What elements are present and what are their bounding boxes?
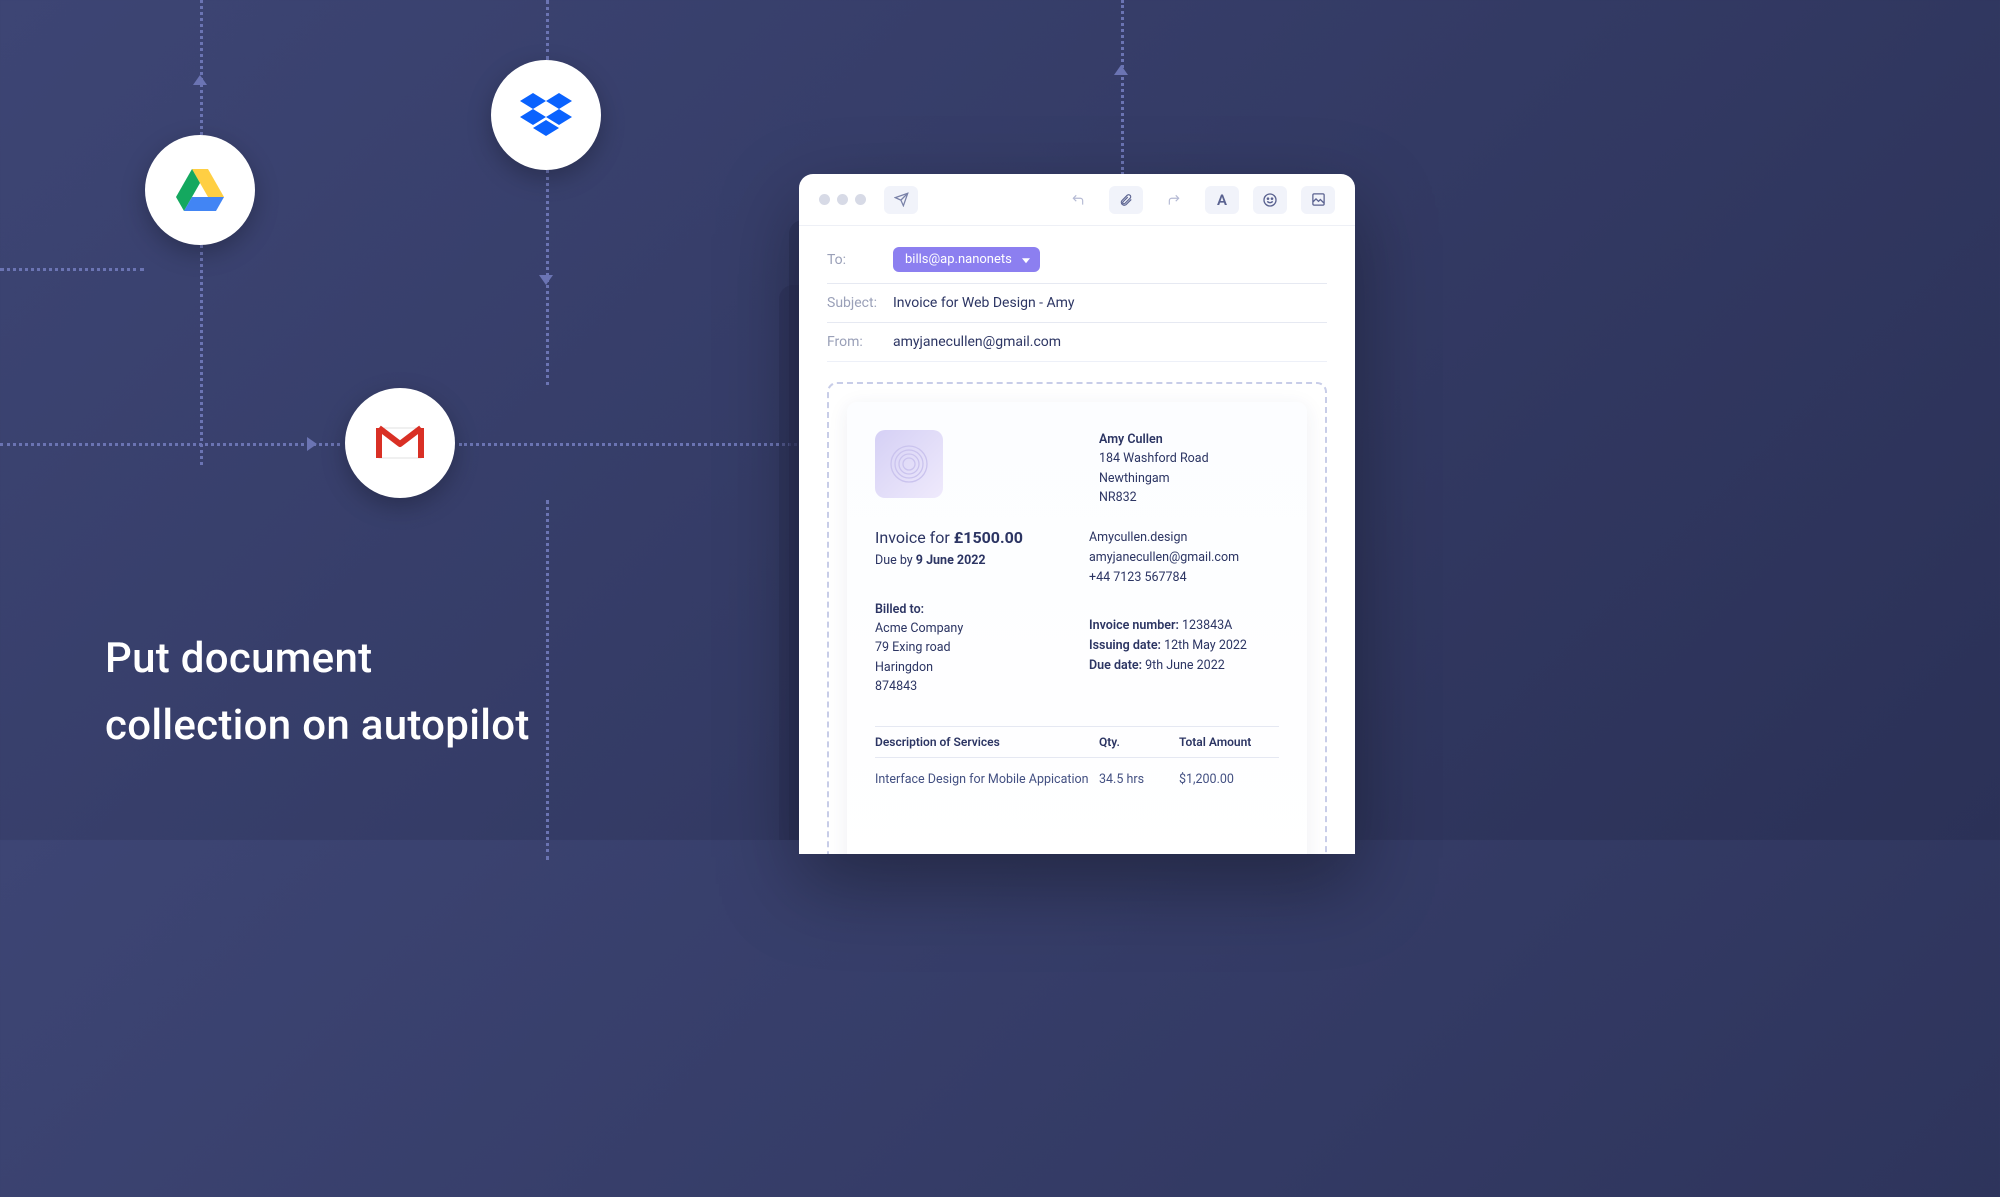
attachment-icon[interactable]: [1109, 186, 1143, 214]
billed-line: 79 Exing road: [875, 638, 1069, 657]
invoice-document: Amy Cullen 184 Washford Road Newthingam …: [847, 402, 1307, 854]
send-icon[interactable]: [884, 186, 918, 214]
heading-line1: Put document: [105, 625, 530, 692]
billed-to: Billed to: Acme Company 79 Exing road Ha…: [875, 600, 1069, 697]
image-icon[interactable]: [1301, 186, 1335, 214]
field-label: Subject:: [827, 295, 893, 311]
col-amount: Total Amount: [1179, 735, 1279, 749]
billed-line: 874843: [875, 677, 1069, 696]
title-prefix: Invoice for: [875, 528, 954, 547]
row-description: Interface Design for Mobile Appication: [875, 772, 1099, 787]
meta-value: 9th June 2022: [1145, 658, 1225, 673]
dotted-line: [0, 443, 340, 446]
reply-icon[interactable]: [1061, 186, 1095, 214]
sender-site: Amycullen.design: [1089, 528, 1279, 548]
marketing-heading: Put document collection on autopilot: [105, 625, 530, 759]
field-label: To:: [827, 252, 893, 268]
subject-value: Invoice for Web Design - Amy: [893, 295, 1075, 311]
to-field[interactable]: To: bills@ap.nanonets: [827, 236, 1327, 284]
col-description: Description of Services: [875, 735, 1099, 749]
meta-value: 12th May 2022: [1164, 638, 1247, 653]
subject-field[interactable]: Subject: Invoice for Web Design - Amy: [827, 284, 1327, 323]
due-date: 9 June 2022: [916, 553, 986, 568]
sender-line: Newthingam: [1099, 469, 1279, 488]
row-amount: $1,200.00: [1179, 772, 1279, 787]
invoice-table-header: Description of Services Qty. Total Amoun…: [875, 726, 1279, 758]
invoice-title: Invoice for £1500.00: [875, 528, 1069, 547]
attachment-dropzone[interactable]: Amy Cullen 184 Washford Road Newthingam …: [827, 382, 1327, 854]
from-value: amyjanecullen@gmail.com: [893, 334, 1061, 350]
dotted-line: [1121, 0, 1124, 175]
dotted-line: [200, 0, 203, 135]
email-fields: To: bills@ap.nanonets Subject: Invoice f…: [799, 226, 1355, 362]
meta-label: Invoice number:: [1089, 618, 1182, 633]
sender-name: Amy Cullen: [1099, 430, 1279, 449]
from-field[interactable]: From: amyjanecullen@gmail.com: [827, 323, 1327, 362]
meta-label: Issuing date:: [1089, 638, 1164, 653]
row-qty: 34.5 hrs: [1099, 772, 1179, 787]
dotted-line: [546, 0, 549, 60]
dropbox-icon: [491, 60, 601, 170]
gmail-icon: [345, 388, 455, 498]
issuing-date: Issuing date: 12th May 2022: [1089, 636, 1279, 656]
field-label: From:: [827, 334, 893, 350]
billed-company: Acme Company: [875, 619, 1069, 638]
billed-label: Billed to:: [875, 600, 1069, 619]
meta-value: 123843A: [1182, 618, 1232, 633]
forward-icon[interactable]: [1157, 186, 1191, 214]
invoice-number: Invoice number: 123843A: [1089, 616, 1279, 636]
arrow-down-icon: [539, 275, 553, 285]
col-qty: Qty.: [1099, 735, 1179, 749]
meta-label: Due date:: [1089, 658, 1145, 673]
emoji-icon[interactable]: [1253, 186, 1287, 214]
due-date-meta: Due date: 9th June 2022: [1089, 656, 1279, 676]
heading-line2: collection on autopilot: [105, 692, 530, 759]
text-format-icon[interactable]: A: [1205, 186, 1239, 214]
due-prefix: Due by: [875, 553, 916, 568]
invoice-table-row: Interface Design for Mobile Appication 3…: [875, 758, 1279, 801]
invoice-due: Due by 9 June 2022: [875, 553, 1069, 568]
email-compose-card: A To: bills@ap.nanonets Subject: Invoice…: [799, 174, 1355, 854]
email-toolbar: A: [799, 174, 1355, 226]
recipient-chip[interactable]: bills@ap.nanonets: [893, 247, 1040, 272]
google-drive-icon: [145, 135, 255, 245]
sender-line: 184 Washford Road: [1099, 449, 1279, 468]
sender-contact: Amycullen.design amyjanecullen@gmail.com…: [1089, 528, 1279, 697]
dotted-line: [0, 268, 144, 271]
arrow-up-icon: [1114, 65, 1128, 75]
invoice-amount: £1500.00: [954, 528, 1023, 547]
dotted-line: [546, 500, 549, 860]
arrow-right-icon: [307, 437, 317, 451]
arrow-up-icon: [193, 75, 207, 85]
dotted-line: [200, 245, 203, 465]
billed-line: Haringdon: [875, 658, 1069, 677]
sender-email: amyjanecullen@gmail.com: [1089, 548, 1279, 568]
sender-phone: +44 7123 567784: [1089, 568, 1279, 588]
window-controls: [819, 194, 866, 205]
invoice-logo: [875, 430, 943, 498]
sender-address: Amy Cullen 184 Washford Road Newthingam …: [1099, 430, 1279, 508]
sender-line: NR832: [1099, 488, 1279, 507]
